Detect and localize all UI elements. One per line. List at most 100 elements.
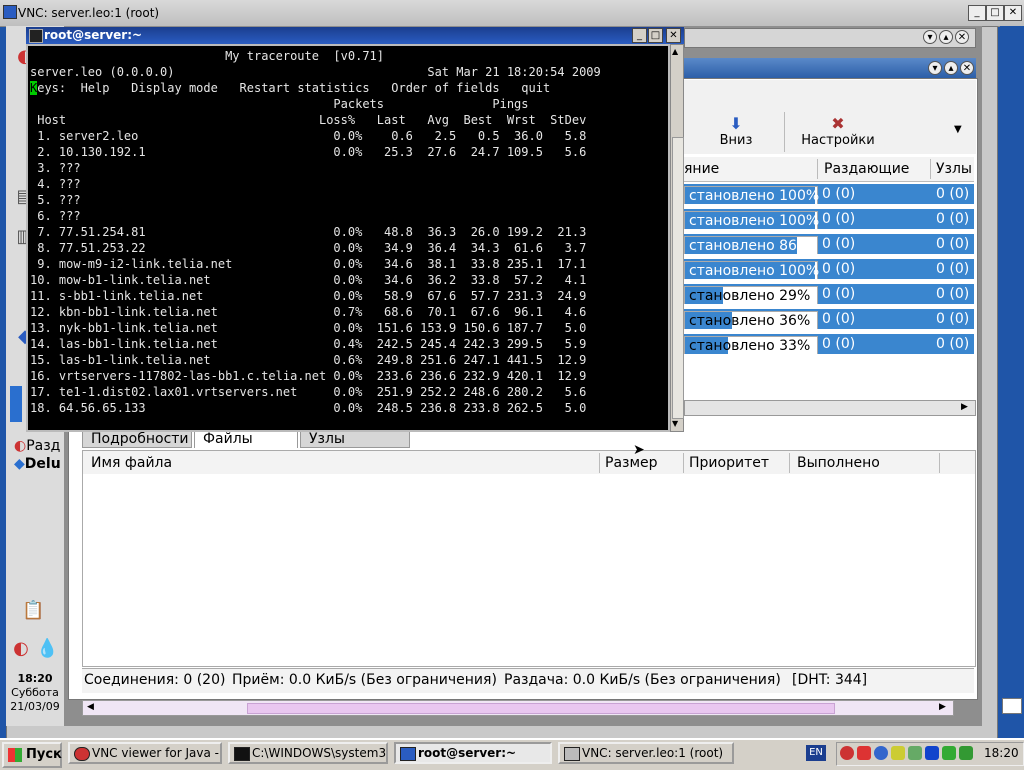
down-button[interactable]: ⬇ Вниз	[714, 114, 758, 148]
progress-label: становлено 100%	[689, 188, 820, 204]
vnc-vertical-scrollbar[interactable]	[1000, 26, 1024, 738]
scrollbar-thumb[interactable]	[247, 703, 835, 714]
terminal-scrollbar[interactable]: ▲ ▼	[670, 44, 684, 432]
column-done[interactable]: Выполнено	[797, 455, 880, 471]
bg-close-button[interactable]: ✕	[955, 30, 969, 44]
opera-small-icon: ◐	[14, 438, 27, 454]
progress-label: становлено 100%	[689, 263, 820, 279]
app-close-button[interactable]: ✕	[960, 61, 974, 75]
scroll-left-arrow-icon[interactable]: ◀	[87, 702, 94, 712]
column-priority[interactable]: Приоритет	[689, 455, 769, 471]
column-peers[interactable]: Узлы	[936, 161, 972, 177]
torrent-row[interactable]: становлено 100% 0 (0) 0 (0)	[684, 259, 974, 280]
vnc-app-icon	[3, 5, 17, 19]
bg-maximize-button[interactable]: ▴	[939, 30, 953, 44]
seeds-cell: 0 (0)	[822, 336, 856, 352]
torrent-row[interactable]: становлено 100% 0 (0) 0 (0)	[684, 184, 974, 205]
deluge-tray-icon[interactable]: 💧	[36, 638, 58, 660]
terminal-line: Keys: Help Display mode Restart statisti…	[30, 81, 551, 95]
row-separator	[684, 229, 974, 233]
vnc-close-button[interactable]: ✕	[1004, 5, 1022, 21]
seeds-cell: 0 (0)	[822, 261, 856, 277]
progress-label: становлено 36%	[689, 313, 811, 329]
task-vnc-window[interactable]: VNC: server.leo:1 (root)	[558, 742, 734, 764]
icq-tray-icon[interactable]	[959, 746, 973, 760]
vnc-window-title: VNC: server.leo:1 (root)	[18, 6, 160, 20]
terminal-line: 11. s-bb1-link.telia.net 0.0% 58.9 67.6 …	[30, 289, 587, 303]
torrent-row[interactable]: становлено 33% 0 (0) 0 (0)	[684, 334, 974, 355]
progress-label: становлено 86%	[689, 238, 811, 254]
task-terminal[interactable]: root@server:~	[394, 742, 552, 764]
media-tray-icon[interactable]	[925, 746, 939, 760]
terminal-scroll-thumb[interactable]	[672, 137, 684, 419]
status-connections[interactable]: Соединения: 0 (20)	[84, 672, 225, 688]
terminal-close-button[interactable]: ✕	[666, 28, 681, 43]
chat-tray-icon[interactable]	[942, 746, 956, 760]
torrent-row[interactable]: становлено 86% 0 (0) 0 (0)	[684, 234, 974, 255]
row-separator	[684, 279, 974, 283]
tools-icon: ✖	[831, 114, 845, 133]
seeds-cell: 0 (0)	[822, 286, 856, 302]
cmd-task-icon	[234, 747, 250, 761]
torrent-row[interactable]: становлено 36% 0 (0) 0 (0)	[684, 309, 974, 330]
column-size[interactable]: Размер	[605, 455, 658, 471]
deluge-small-icon: ◆	[14, 456, 25, 472]
terminal-line: Host Loss% Last Avg Best Wrst StDev	[30, 113, 587, 127]
security-tray-icon[interactable]	[857, 746, 871, 760]
progress-bar: становлено 100%	[684, 211, 819, 230]
windows-logo-icon	[8, 748, 22, 762]
status-download[interactable]: Приём: 0.0 КиБ/s (Без ограничения)	[232, 672, 497, 688]
torrent-list-hscrollbar[interactable]: ▶	[684, 400, 976, 416]
opera-task-icon	[74, 747, 90, 761]
scroll-up-arrow-icon[interactable]: ▲	[672, 47, 678, 56]
scroll-down-arrow-icon[interactable]: ▼	[672, 419, 678, 428]
opera-tray-icon[interactable]	[840, 746, 854, 760]
status-upload[interactable]: Раздача: 0.0 КиБ/s (Без ограничения)	[504, 672, 781, 688]
row-separator	[684, 254, 974, 258]
terminal-line: 1. server2.leo 0.0% 0.6 2.5 0.5 36.0 5.8	[30, 129, 587, 143]
terminal-line: Packets Pings	[30, 97, 529, 111]
bg-minimize-button[interactable]: ▾	[923, 30, 937, 44]
remote-hscrollbar[interactable]: ◀ ▶	[82, 700, 954, 716]
scroll-down-arrow-icon[interactable]	[1002, 698, 1022, 714]
scroll-right-arrow-icon[interactable]: ▶	[939, 702, 946, 712]
task-vnc-viewer[interactable]: VNC viewer for Java - O...	[68, 742, 222, 764]
update-tray-icon[interactable]	[891, 746, 905, 760]
progress-label: становлено 33%	[689, 338, 811, 354]
task-cmd[interactable]: C:\WINDOWS\system32...	[228, 742, 388, 764]
background-window-title: ▾ ▴ ✕	[684, 28, 976, 48]
network-tray-icon[interactable]	[874, 746, 888, 760]
clipboard-icon[interactable]: 📋	[22, 600, 44, 622]
terminal-line: 7. 77.51.254.81 0.0% 48.8 36.3 26.0 199.…	[30, 225, 587, 239]
app-minimize-button[interactable]: ▾	[928, 61, 942, 75]
files-list[interactable]	[82, 474, 976, 667]
terminal-screen[interactable]: My traceroute [v0.71] server.leo (0.0.0.0…	[26, 44, 670, 432]
vnc-maximize-button[interactable]: □	[986, 5, 1004, 21]
scroll-right-arrow-icon[interactable]: ▶	[961, 402, 968, 412]
app-maximize-button[interactable]: ▴	[944, 61, 958, 75]
language-indicator[interactable]: EN	[806, 745, 826, 761]
desktop-clock: 18:20 Суббота 21/03/09	[6, 672, 64, 714]
terminal-line: 9. mow-m9-i2-link.telia.net 0.0% 34.6 38…	[30, 257, 587, 271]
column-seeds[interactable]: Раздающие	[824, 161, 909, 177]
sound-tray-icon[interactable]	[908, 746, 922, 760]
opera-tray-icon[interactable]: ◐	[10, 638, 32, 660]
clock-date: 21/03/09	[10, 700, 60, 713]
column-file-name[interactable]: Имя файла	[91, 455, 172, 471]
terminal-minimize-button[interactable]: _	[632, 28, 647, 43]
torrent-row[interactable]: становлено 29% 0 (0) 0 (0)	[684, 284, 974, 305]
terminal-line: 10. mow-b1-link.telia.net 0.0% 34.6 36.2…	[30, 273, 587, 287]
torrent-row[interactable]: становлено 100% 0 (0) 0 (0)	[684, 209, 974, 230]
torrent-list-header: яние Раздающие Узлы	[684, 157, 974, 182]
status-dht: [DHT: 344]	[792, 672, 868, 688]
selected-shortcut-highlight	[10, 386, 22, 422]
settings-button[interactable]: ✖ Настройки	[796, 114, 880, 148]
column-status[interactable]: яние	[684, 161, 719, 177]
toolbar-overflow-icon[interactable]: ▼	[954, 124, 962, 135]
start-button[interactable]: Пуск	[2, 742, 62, 768]
vnc-minimize-button[interactable]: _	[968, 5, 986, 21]
terminal-title: root@server:~	[44, 28, 143, 42]
taskbar-clock[interactable]: 18:20	[984, 746, 1019, 760]
terminal-line: 16. vrtservers-117802-las-bb1.c.telia.ne…	[30, 369, 587, 383]
terminal-maximize-button[interactable]: □	[648, 28, 663, 43]
